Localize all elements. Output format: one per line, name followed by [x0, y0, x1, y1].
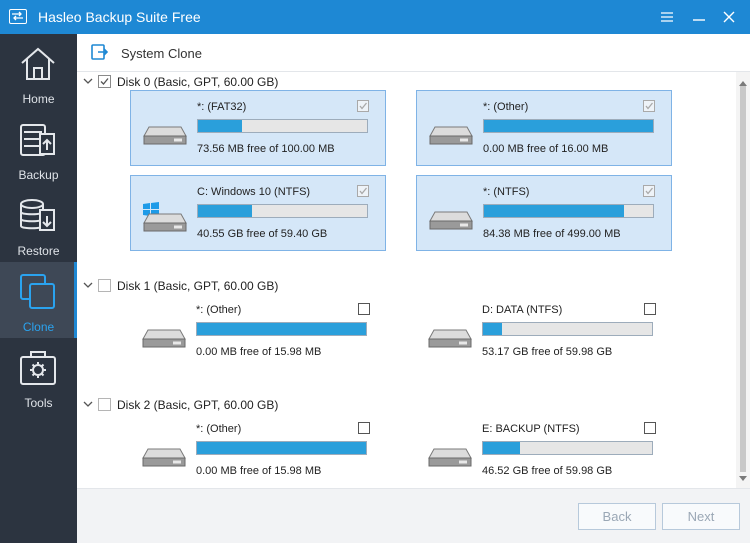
close-icon[interactable] [716, 5, 742, 29]
clone-icon [18, 272, 58, 312]
minimize-icon[interactable] [686, 5, 712, 29]
partition-name: *: (Other) [483, 101, 529, 113]
usage-bar [196, 441, 367, 455]
disk-label: Disk 0 (Basic, GPT, 60.00 GB) [117, 75, 279, 89]
backup-icon [18, 120, 58, 160]
partition-card[interactable]: *: (Other) 0.00 MB free of 15.98 MB [130, 413, 386, 488]
vertical-scrollbar[interactable] [736, 72, 750, 488]
partition-free-space: 53.17 GB free of 59.98 GB [482, 346, 613, 358]
footer-bar: Back Next [77, 488, 750, 543]
sidebar-item-clone[interactable]: Clone [0, 262, 77, 338]
drive-icon [143, 125, 187, 148]
next-button[interactable]: Next [662, 503, 740, 530]
partition-free-space: 0.00 MB free of 15.98 MB [196, 465, 322, 477]
drive-icon [142, 328, 186, 351]
disk-1-header[interactable]: Disk 1 (Basic, GPT, 60.00 GB) [77, 276, 737, 296]
partition-name: *: (Other) [196, 304, 242, 316]
windows-drive-icon [143, 202, 187, 235]
scrollbar-thumb[interactable] [740, 86, 746, 472]
sidebar: Home Backup Restore Clone Tools [0, 34, 77, 543]
usage-bar [483, 119, 654, 133]
partition-checkbox[interactable] [357, 100, 369, 112]
partition-card[interactable]: *: (Other) 0.00 MB free of 16.00 MB [416, 90, 672, 166]
partition-name: D: DATA (NTFS) [482, 304, 563, 316]
sidebar-item-home[interactable]: Home [0, 34, 77, 110]
partition-card[interactable]: *: (Other) 0.00 MB free of 15.98 MB [130, 294, 386, 370]
partition-checkbox[interactable] [357, 185, 369, 197]
disk-2-checkbox[interactable] [98, 398, 111, 411]
partition-free-space: 0.00 MB free of 15.98 MB [196, 346, 322, 358]
partition-name: *: (NTFS) [483, 186, 530, 198]
disk-0-header[interactable]: Disk 0 (Basic, GPT, 60.00 GB) [77, 72, 737, 92]
sidebar-item-restore[interactable]: Restore [0, 186, 77, 262]
disk-0-checkbox[interactable] [98, 75, 111, 88]
sidebar-item-label: Restore [17, 244, 60, 258]
usage-bar [197, 119, 368, 133]
title-bar: Hasleo Backup Suite Free [0, 0, 750, 34]
app-logo-icon [9, 9, 27, 24]
drive-icon [429, 125, 473, 148]
disk-1-checkbox[interactable] [98, 279, 111, 292]
home-icon [18, 44, 58, 84]
sidebar-item-label: Backup [18, 168, 59, 182]
partition-free-space: 46.52 GB free of 59.98 GB [482, 465, 613, 477]
sidebar-item-label: Tools [24, 396, 53, 410]
usage-bar [482, 441, 653, 455]
drive-icon [142, 447, 186, 470]
partition-free-space: 84.38 MB free of 499.00 MB [483, 228, 621, 240]
disk-2-header[interactable]: Disk 2 (Basic, GPT, 60.00 GB) [77, 395, 737, 415]
partition-checkbox[interactable] [643, 100, 655, 112]
scroll-down-icon[interactable] [739, 471, 747, 485]
menu-icon[interactable] [654, 5, 680, 29]
partition-name: *: (FAT32) [197, 101, 247, 113]
disk-list: Disk 0 (Basic, GPT, 60.00 GB) *: (FAT32)… [77, 72, 750, 488]
chevron-down-icon[interactable] [83, 75, 93, 89]
main-content: System Clone Disk 0 (Basic, GPT, 60.00 G… [77, 34, 750, 543]
partition-name: C: Windows 10 (NTFS) [197, 186, 311, 198]
sidebar-item-label: Home [22, 92, 55, 106]
page-header: System Clone [77, 34, 750, 72]
partition-free-space: 73.56 MB free of 100.00 MB [197, 143, 335, 155]
partition-checkbox[interactable] [358, 422, 370, 434]
drive-icon [428, 328, 472, 351]
partition-checkbox[interactable] [644, 422, 656, 434]
usage-bar [197, 204, 368, 218]
system-clone-icon [91, 44, 109, 63]
usage-bar [483, 204, 654, 218]
back-button[interactable]: Back [578, 503, 656, 530]
restore-icon [18, 196, 58, 236]
drive-icon [428, 447, 472, 470]
disk-label: Disk 1 (Basic, GPT, 60.00 GB) [117, 279, 279, 293]
sidebar-item-label: Clone [22, 320, 55, 334]
partition-checkbox[interactable] [358, 303, 370, 315]
usage-bar [196, 322, 367, 336]
partition-name: E: BACKUP (NTFS) [482, 423, 580, 435]
page-title: System Clone [121, 46, 202, 61]
partition-checkbox[interactable] [644, 303, 656, 315]
partition-free-space: 40.55 GB free of 59.40 GB [197, 228, 328, 240]
partition-free-space: 0.00 MB free of 16.00 MB [483, 143, 609, 155]
usage-bar [482, 322, 653, 336]
disk-label: Disk 2 (Basic, GPT, 60.00 GB) [117, 398, 279, 412]
tools-icon [18, 348, 58, 388]
partition-card[interactable]: E: BACKUP (NTFS) 46.52 GB free of 59.98 … [416, 413, 672, 488]
partition-card[interactable]: D: DATA (NTFS) 53.17 GB free of 59.98 GB [416, 294, 672, 370]
sidebar-item-tools[interactable]: Tools [0, 338, 77, 414]
window-title: Hasleo Backup Suite Free [38, 9, 201, 25]
partition-card[interactable]: *: (FAT32) 73.56 MB free of 100.00 MB [130, 90, 386, 166]
partition-card[interactable]: C: Windows 10 (NTFS) 40.55 GB free of 59… [130, 175, 386, 251]
chevron-down-icon[interactable] [83, 279, 93, 293]
drive-icon [429, 210, 473, 233]
partition-name: *: (Other) [196, 423, 242, 435]
partition-checkbox[interactable] [643, 185, 655, 197]
partition-card[interactable]: *: (NTFS) 84.38 MB free of 499.00 MB [416, 175, 672, 251]
chevron-down-icon[interactable] [83, 398, 93, 412]
sidebar-item-backup[interactable]: Backup [0, 110, 77, 186]
